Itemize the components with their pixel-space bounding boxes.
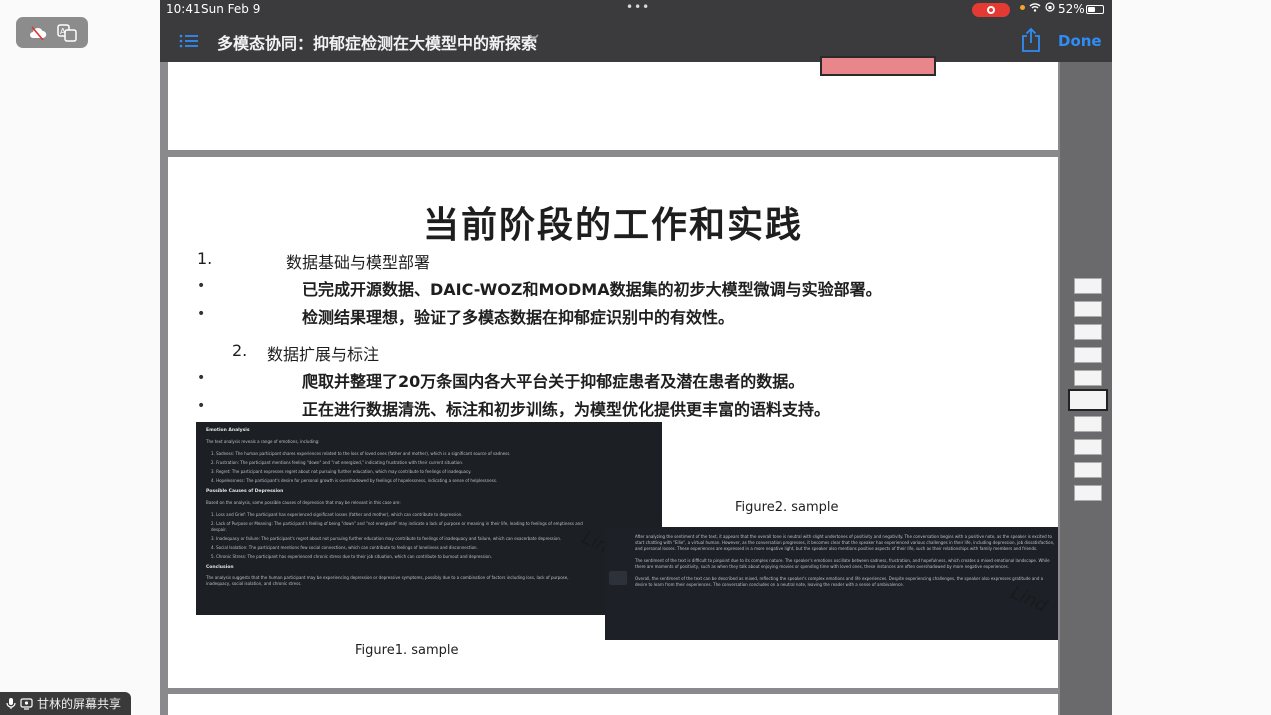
bullet-text: 爬取并整理了20万条国内各大平台关于抑郁症患者及潜在患者的数据。 <box>302 372 805 391</box>
pdf-page-current: 当前阶段的工作和实践 1. 数据基础与模型部署 • 已完成开源数据、DAIC-W… <box>168 157 1058 688</box>
expand-icon <box>609 571 627 585</box>
page-thumbnail[interactable] <box>1074 485 1102 501</box>
figure1-screenshot: Emotion Analysis The text analysis revea… <box>196 422 662 615</box>
translate-icon: A <box>56 23 77 42</box>
screen-share-label: 甘林的屏幕共享 <box>37 697 122 711</box>
figure2-screenshot: After analyzing the sentiment of the tex… <box>605 527 1058 640</box>
cloud-slash-icon <box>29 25 46 41</box>
figure1-emotion: 1. Sadness: The human participant shares… <box>211 451 511 456</box>
figure2-paragraph: After analyzing the sentiment of the tex… <box>635 534 1055 551</box>
page-thumbnail[interactable] <box>1074 462 1102 478</box>
microphone-icon <box>6 698 16 709</box>
status-date: Sun Feb 9 <box>201 2 261 16</box>
section1-heading: 数据基础与模型部署 <box>286 253 431 272</box>
figure1-cause: 4. Social Isolation: The participant men… <box>211 545 478 550</box>
svg-text:A: A <box>60 27 66 36</box>
bullet-text: 已完成开源数据、DAIC-WOZ和MODMA数据集的初步大模型微调与实验部署。 <box>302 280 882 299</box>
multitask-dots-icon[interactable]: ••• <box>626 0 650 14</box>
page-thumbnail[interactable] <box>1074 439 1102 455</box>
screen-share-icon <box>20 697 33 710</box>
figure2-caption: Figure2. sample <box>735 500 839 515</box>
figure1-conclusion: The analysis suggests that the human par… <box>206 575 569 586</box>
page-thumbnail-strip[interactable] <box>1060 62 1112 715</box>
figure1-causes-heading: Possible Causes of Depression <box>206 489 284 494</box>
orange-dot-icon <box>1020 4 1025 10</box>
orientation-lock-icon <box>1045 2 1055 12</box>
screen-share-indicator[interactable]: 甘林的屏幕共享 <box>0 692 131 715</box>
share-icon[interactable] <box>1020 27 1042 53</box>
bullet-text: 检测结果理想，验证了多模态数据在抑郁症识别中的有效性。 <box>302 308 735 327</box>
record-icon <box>987 6 995 14</box>
pdf-page-next <box>168 694 1058 715</box>
section1-number: 1. <box>197 249 213 268</box>
figure1-heading: Emotion Analysis <box>206 428 250 433</box>
section2-number: 2. <box>232 341 248 360</box>
status-icons <box>1020 2 1055 12</box>
figure1-emotion: 3. Regret: The participant expresses reg… <box>211 469 472 474</box>
section2-heading: 数据扩展与标注 <box>267 345 380 364</box>
done-button[interactable]: Done <box>1058 32 1102 50</box>
right-margin <box>1112 0 1271 715</box>
status-bar: 10:41 Sun Feb 9 ••• 52% <box>160 0 1112 20</box>
left-margin <box>0 0 160 715</box>
page-thumbnail[interactable] <box>1074 347 1102 363</box>
figure1-causes-intro: Based on the analysis, some possible cau… <box>206 500 401 505</box>
battery-percent: 52% <box>1058 2 1085 16</box>
figure1-cause: 3. Inadequacy or failure: The participan… <box>211 536 562 541</box>
battery-level <box>1088 7 1096 12</box>
page-thumbnail[interactable] <box>1074 301 1102 317</box>
page-thumbnail[interactable] <box>1074 416 1102 432</box>
figure1-emotion: 4. Hopelessness: The participant's desir… <box>211 478 498 483</box>
pink-shape <box>820 56 936 76</box>
wifi-icon <box>1029 3 1041 12</box>
figure2-paragraph: The sentiment of the text is difficult t… <box>635 558 1050 569</box>
status-time: 10:41 <box>166 2 201 16</box>
figure1-cause: 5. Chronic Stress: The participant has e… <box>211 554 492 559</box>
list-icon[interactable] <box>179 33 199 49</box>
chevron-down-icon[interactable] <box>528 32 540 42</box>
page-thumbnail[interactable] <box>1074 370 1102 386</box>
cloud-sync-button[interactable]: A <box>16 17 88 48</box>
figure1-cause: 2. Lack of Purpose or Meaning: The parti… <box>211 521 583 532</box>
battery-icon <box>1086 5 1104 14</box>
document-toolbar: 多模态协同：抑郁症检测在大模型中的新探索 Done <box>160 20 1112 62</box>
ipad-screen: 10:41 Sun Feb 9 ••• 52% 多模态协同：抑郁症检测在大模型中… <box>160 0 1112 715</box>
screen-recording-indicator[interactable] <box>972 3 1010 17</box>
page-thumbnail-current[interactable] <box>1068 389 1108 411</box>
figure1-conclusion-heading: Conclusion <box>206 565 234 570</box>
figure2-paragraph: Overall, the sentiment of the text can b… <box>635 576 1044 587</box>
slide-title: 当前阶段的工作和实践 <box>422 205 803 246</box>
figure1-cause: 1. Loss and Grief: The participant has e… <box>211 512 463 517</box>
page-thumbnail[interactable] <box>1074 278 1102 294</box>
bullet-symbol: • <box>197 278 206 294</box>
figure1-emotion: 2. Frustration: The participant mentions… <box>211 460 464 465</box>
document-title[interactable]: 多模态协同：抑郁症检测在大模型中的新探索 <box>217 30 537 54</box>
bullet-symbol: • <box>197 306 206 322</box>
figure1-caption: Figure1. sample <box>355 643 459 658</box>
figure1-intro: The text analysis reveals a range of emo… <box>206 439 320 444</box>
page-thumbnail[interactable] <box>1074 324 1102 340</box>
bullet-text: 正在进行数据清洗、标注和初步训练，为模型优化提供更丰富的语料支持。 <box>302 400 831 419</box>
bullet-symbol: • <box>197 398 206 414</box>
bullet-symbol: • <box>197 370 206 386</box>
